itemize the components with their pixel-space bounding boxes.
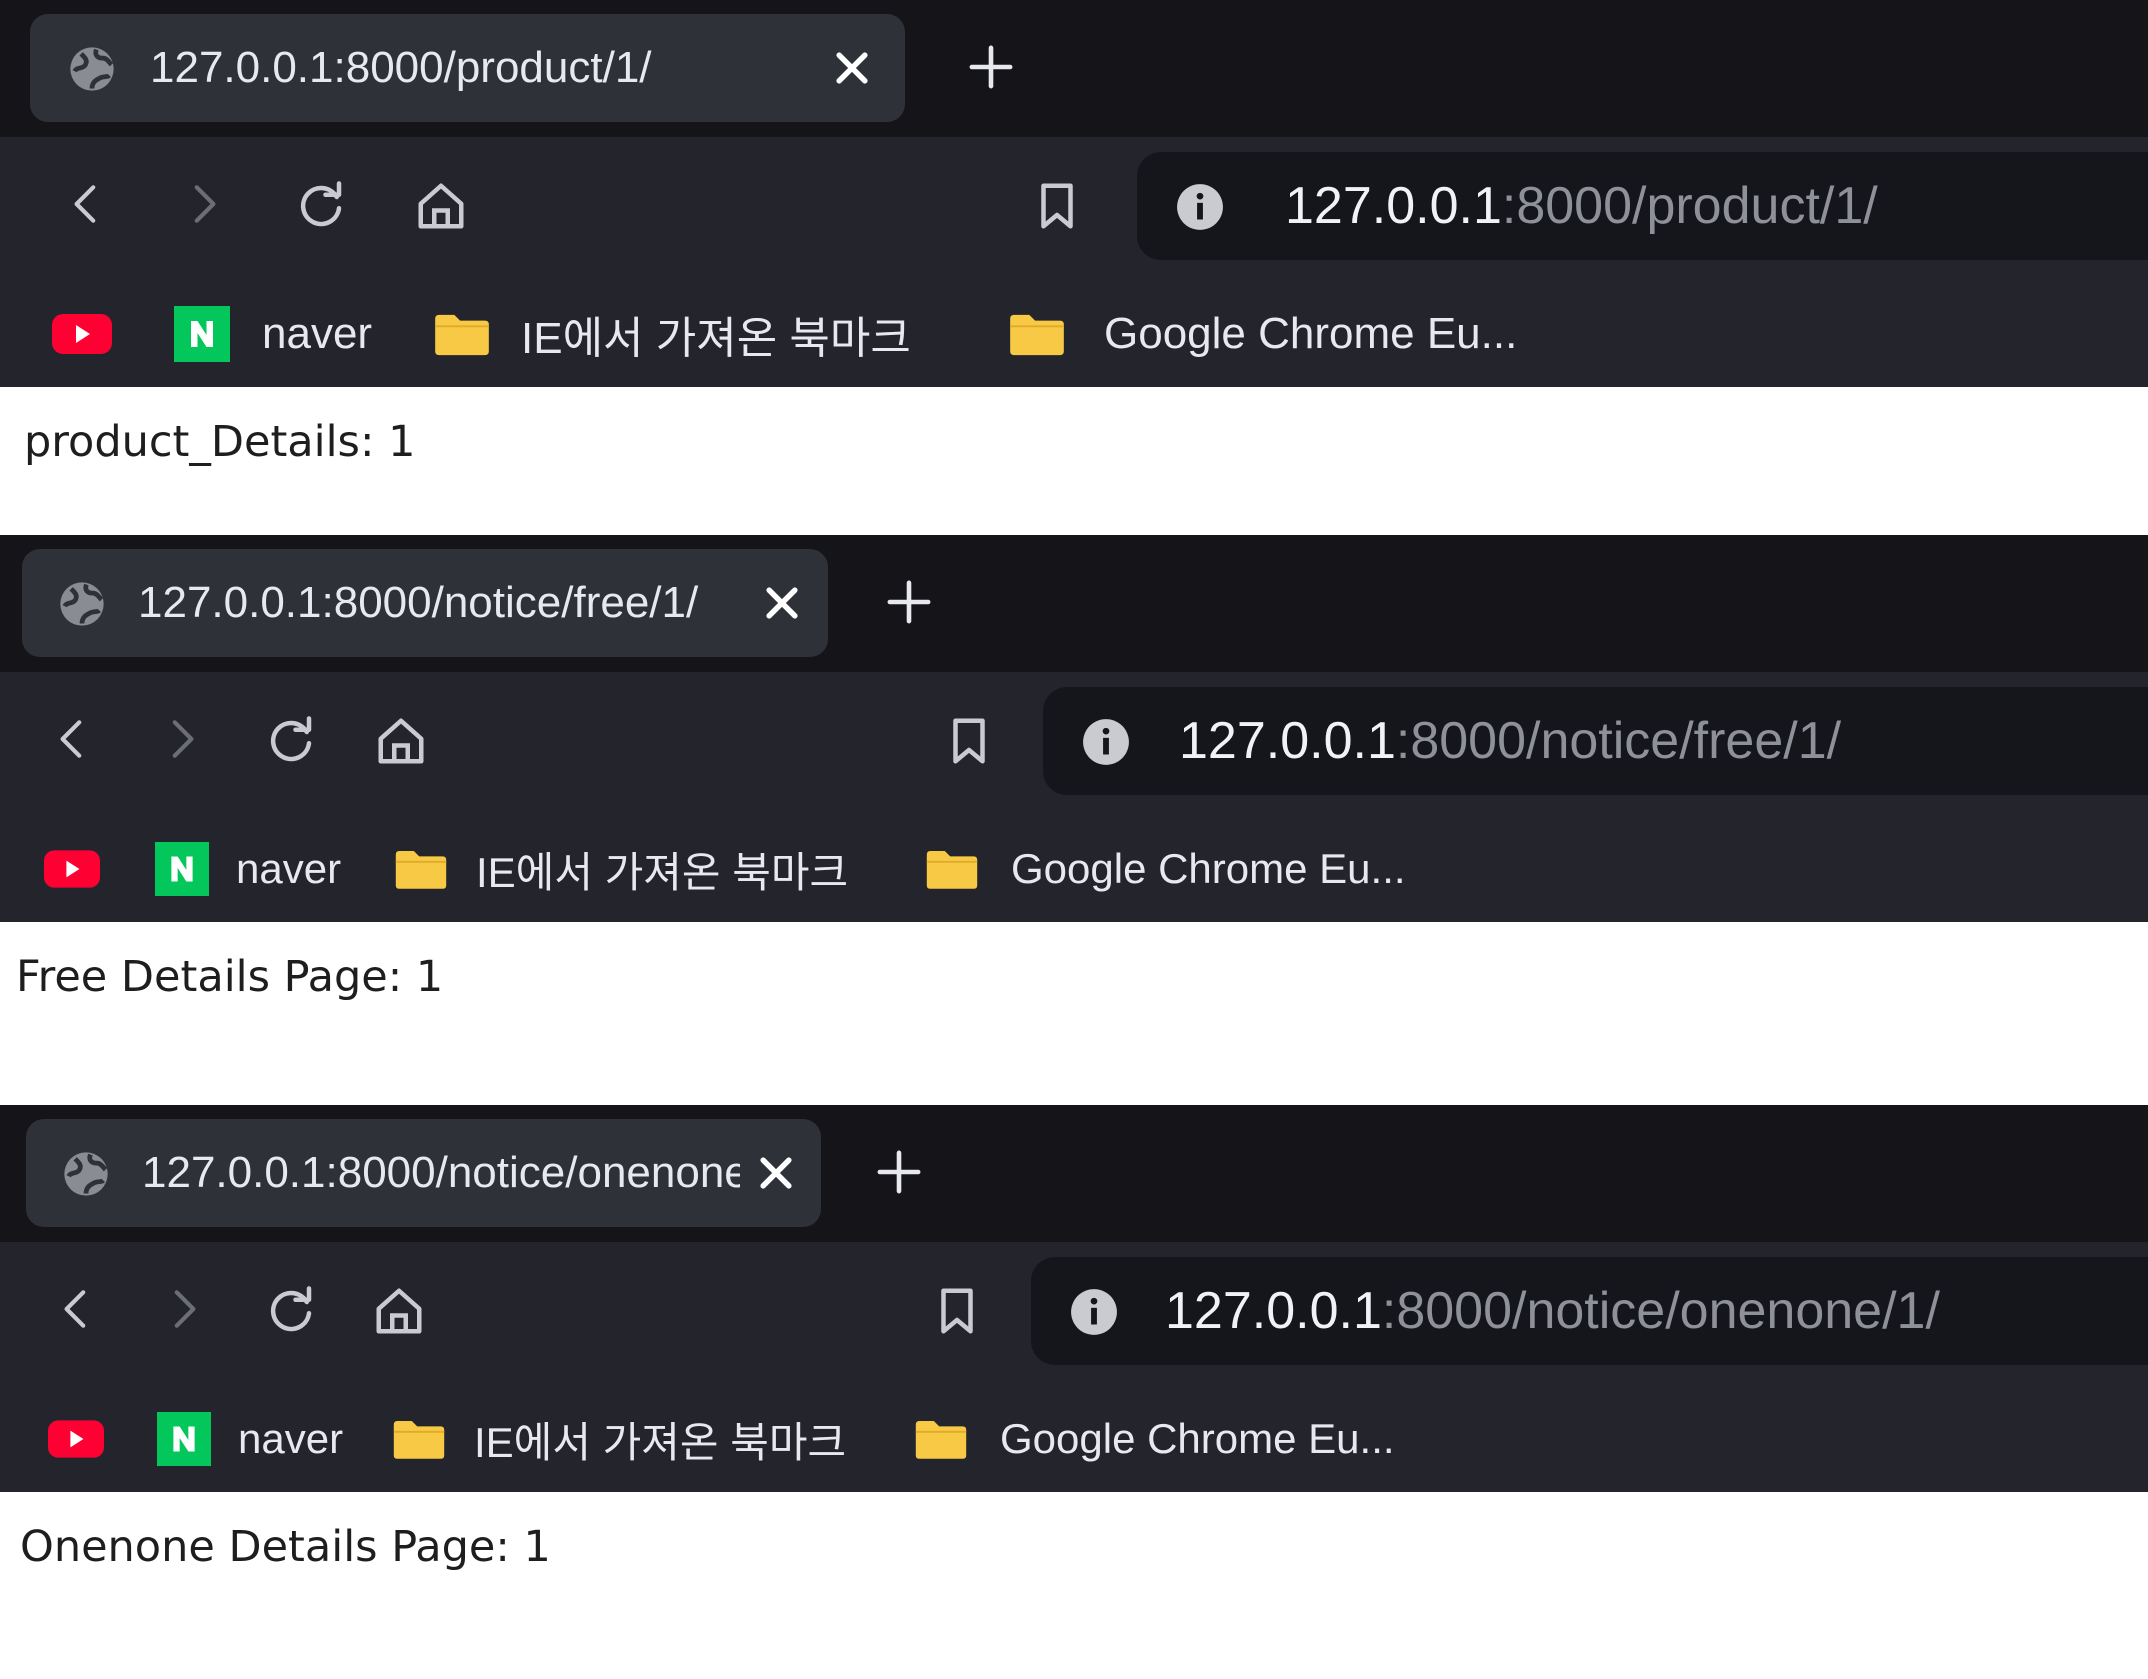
folder-icon (1010, 314, 1064, 356)
globe-icon (60, 582, 104, 626)
bookmark-label: IE에서 가져온 북마크 (476, 848, 849, 896)
home-icon[interactable] (372, 1284, 426, 1338)
bookmark-icon[interactable] (1030, 179, 1084, 233)
bookmark-icon[interactable] (942, 714, 996, 768)
address-bar[interactable]: 127.0.0.1:8000/notice/onenone/1/ (1031, 1257, 2148, 1365)
forward-icon[interactable] (178, 179, 228, 229)
bookmark-folder-chrome[interactable]: Google Chrome Eu... (914, 1404, 1395, 1474)
bookmark-folder-ie[interactable]: IE에서 가져온 북마크 (433, 299, 911, 369)
youtube-icon (44, 850, 100, 888)
info-icon[interactable] (1081, 717, 1131, 767)
back-icon[interactable] (52, 1284, 102, 1334)
home-icon[interactable] (374, 714, 428, 768)
bookmark-label: naver (262, 309, 373, 358)
toolbar: 127.0.0.1:8000/product/1/ naver IE에서 가져온… (0, 137, 2148, 387)
address-bar[interactable]: 127.0.0.1:8000/product/1/ (1137, 152, 2148, 260)
page-text: Onenone Details Page: 1 (20, 1522, 551, 1572)
globe-icon (70, 47, 114, 91)
folder-icon (926, 851, 978, 889)
toolbar: 127.0.0.1:8000/notice/free/1/ naver IE에서… (0, 672, 2148, 922)
url-path: :8000/product/1/ (1501, 177, 1878, 235)
youtube-icon (48, 1420, 104, 1458)
bookmark-label: Google Chrome Eu... (1011, 845, 1406, 892)
page-content: Onenone Details Page: 1 (0, 1492, 2148, 1679)
bookmark-folder-ie[interactable]: IE에서 가져온 북마크 (392, 1404, 846, 1474)
page-text: product_Details: 1 (24, 417, 416, 467)
plus-icon[interactable] (886, 579, 932, 625)
naver-icon (174, 306, 230, 362)
address-bar[interactable]: 127.0.0.1:8000/notice/free/1/ (1043, 687, 2148, 795)
bookmark-folder-ie[interactable]: IE에서 가져온 북마크 (394, 834, 848, 904)
forward-icon[interactable] (158, 1284, 208, 1334)
close-icon[interactable] (760, 581, 804, 625)
tab-title: 127.0.0.1:8000/notice/free/1/ (138, 578, 699, 627)
tab-title: 127.0.0.1:8000/notice/onenone/1/ (142, 1148, 740, 1197)
close-icon[interactable] (830, 46, 874, 90)
back-icon[interactable] (48, 714, 98, 764)
folder-icon (435, 314, 489, 356)
info-icon[interactable] (1069, 1287, 1119, 1337)
url-text: 127.0.0.1:8000/notice/free/1/ (1179, 687, 1841, 795)
url-host: 127.0.0.1 (1179, 712, 1396, 770)
bookmark-label: Google Chrome Eu... (1000, 1415, 1395, 1462)
url-path: :8000/notice/onenone/1/ (1381, 1282, 1940, 1340)
bookmark-naver[interactable]: naver (154, 834, 341, 904)
url-text: 127.0.0.1:8000/notice/onenone/1/ (1165, 1257, 1940, 1365)
active-tab[interactable]: 127.0.0.1:8000/product/1/ (30, 14, 905, 122)
plus-icon[interactable] (876, 1149, 922, 1195)
url-host: 127.0.0.1 (1165, 1282, 1382, 1340)
info-icon[interactable] (1175, 182, 1225, 232)
url-host: 127.0.0.1 (1285, 177, 1502, 235)
bookmark-label: IE에서 가져온 북마크 (474, 1418, 847, 1466)
bookmark-label: Google Chrome Eu... (1104, 309, 1518, 358)
reload-icon[interactable] (264, 714, 318, 768)
browser-window-2: 127.0.0.1:8000/notice/free/1/ 127.0.0.1:… (0, 535, 2148, 1105)
back-icon[interactable] (62, 179, 112, 229)
globe-icon (64, 1152, 108, 1196)
close-icon[interactable] (754, 1151, 798, 1195)
active-tab[interactable]: 127.0.0.1:8000/notice/onenone/1/ (26, 1119, 821, 1227)
url-text: 127.0.0.1:8000/product/1/ (1285, 152, 1878, 260)
bookmark-youtube[interactable] (52, 299, 112, 369)
url-path: :8000/notice/free/1/ (1395, 712, 1842, 770)
active-tab[interactable]: 127.0.0.1:8000/notice/free/1/ (22, 549, 828, 657)
browser-window-3: 127.0.0.1:8000/notice/onenone/1/ 127.0.0… (0, 1105, 2148, 1679)
toolbar: 127.0.0.1:8000/notice/onenone/1/ naver I… (0, 1242, 2148, 1492)
bookmark-folder-chrome[interactable]: Google Chrome Eu... (925, 834, 1406, 904)
page-text: Free Details Page: 1 (16, 952, 444, 1002)
folder-icon (393, 1421, 445, 1459)
folder-icon (395, 851, 447, 889)
browser-window-1: 127.0.0.1:8000/product/1/ 127.0.0.1:8000… (0, 0, 2148, 535)
naver-icon (155, 842, 209, 896)
bookmark-label: IE에서 가져온 북마크 (521, 314, 911, 363)
bookmark-naver[interactable]: naver (172, 299, 372, 369)
bookmark-folder-chrome[interactable]: Google Chrome Eu... (1008, 299, 1517, 369)
naver-icon (157, 1412, 211, 1466)
bookmark-youtube[interactable] (48, 1404, 104, 1474)
bookmark-naver[interactable]: naver (156, 1404, 343, 1474)
bookmark-youtube[interactable] (44, 834, 100, 904)
page-content: Free Details Page: 1 (0, 922, 2148, 1105)
reload-icon[interactable] (294, 179, 348, 233)
tab-strip: 127.0.0.1:8000/notice/free/1/ (0, 535, 2148, 672)
folder-icon (915, 1421, 967, 1459)
bookmark-label: naver (236, 845, 342, 892)
tab-title: 127.0.0.1:8000/product/1/ (150, 43, 652, 92)
page-content: product_Details: 1 (0, 387, 2148, 535)
tab-strip: 127.0.0.1:8000/notice/onenone/1/ (0, 1105, 2148, 1242)
youtube-icon (52, 314, 112, 354)
plus-icon[interactable] (968, 44, 1014, 90)
bookmark-label: naver (238, 1415, 344, 1462)
tab-strip: 127.0.0.1:8000/product/1/ (0, 0, 2148, 137)
reload-icon[interactable] (264, 1284, 318, 1338)
forward-icon[interactable] (156, 714, 206, 764)
bookmark-icon[interactable] (930, 1284, 984, 1338)
home-icon[interactable] (414, 179, 468, 233)
